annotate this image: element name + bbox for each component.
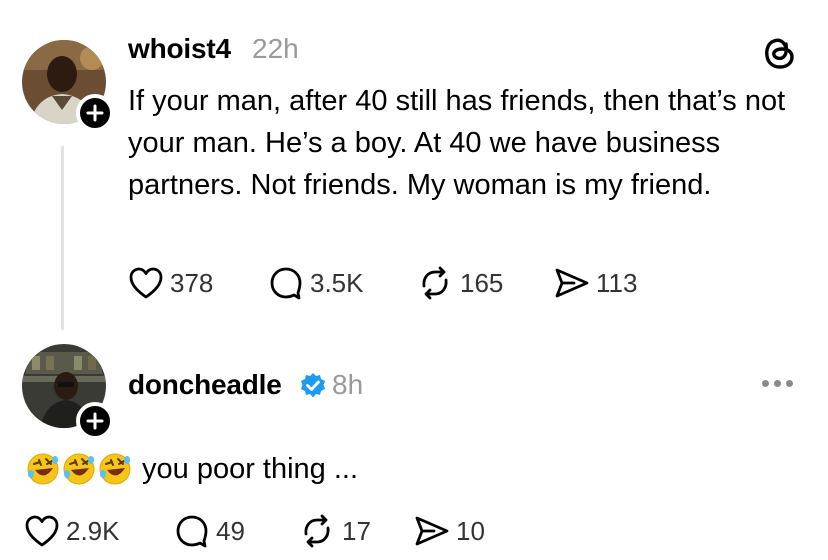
reply-repost-count: 17	[342, 515, 371, 546]
post-share-action[interactable]: 113	[554, 266, 637, 300]
post-reply-count: 3.5K	[310, 267, 364, 298]
thread-connector-line	[61, 146, 64, 330]
threads-logo-icon	[762, 32, 796, 75]
reply-body: you poor thing ...	[26, 452, 358, 486]
reply-repost-action[interactable]: 17	[298, 514, 371, 548]
more-options-icon[interactable]	[762, 380, 793, 387]
post-body-text: If your man, after 40 still has friends,…	[128, 85, 786, 201]
post-share-count: 113	[596, 267, 638, 298]
repost-icon	[422, 266, 448, 300]
heart-icon	[129, 267, 163, 299]
post-repost-count: 165	[460, 267, 504, 298]
heart-icon	[25, 515, 59, 547]
reply-share-count: 10	[456, 515, 485, 546]
rolling-on-floor-laughing-icon	[99, 453, 131, 485]
post-username[interactable]: whoist4	[128, 33, 231, 65]
post-repost-action[interactable]: 165	[416, 266, 503, 300]
post-timestamp: 22h	[252, 33, 299, 64]
plus-icon	[86, 412, 104, 430]
follow-plus-button[interactable]	[76, 402, 114, 440]
post-reply-action[interactable]: 3.5K	[268, 266, 364, 300]
rolling-on-floor-laughing-icon	[27, 453, 59, 485]
reply-like-count: 2.9K	[66, 515, 120, 546]
reply-text: you poor thing ...	[142, 452, 359, 485]
verified-badge-icon	[299, 372, 327, 405]
plus-icon	[86, 104, 104, 122]
post-like-count: 378	[170, 267, 214, 298]
reply-reply-count: 49	[216, 515, 245, 546]
reply-reply-action[interactable]: 49	[174, 514, 245, 548]
comment-icon	[176, 515, 208, 548]
send-icon	[415, 516, 449, 546]
reply-username[interactable]: doncheadle	[128, 369, 282, 401]
reply-share-action[interactable]: 10	[414, 514, 485, 548]
repost-icon	[304, 514, 330, 548]
post-like-action[interactable]: 378	[128, 266, 213, 300]
send-icon	[555, 268, 589, 298]
rolling-on-floor-laughing-icon	[63, 453, 95, 485]
reply-timestamp: 8h	[332, 369, 364, 400]
follow-plus-button[interactable]	[76, 94, 114, 132]
reply-like-action[interactable]: 2.9K	[24, 514, 120, 548]
comment-icon	[270, 267, 302, 300]
